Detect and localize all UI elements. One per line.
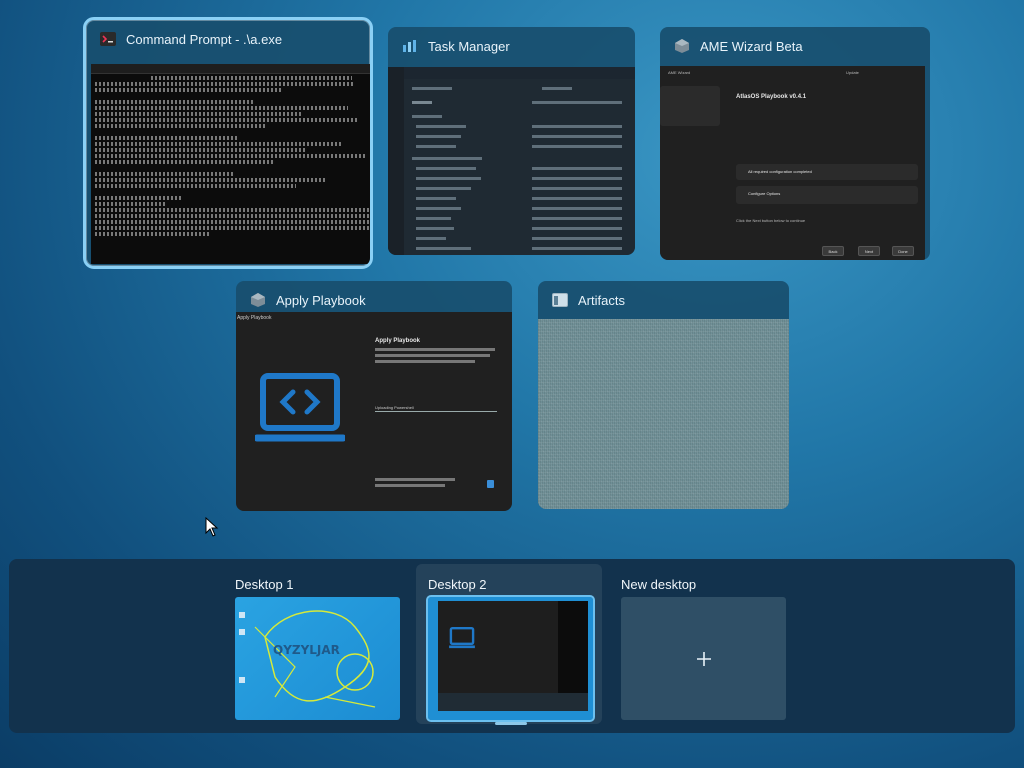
window-title-bar: Task Manager [388,27,635,65]
desktops-scroll-indicator [495,722,527,725]
new-desktop-button[interactable] [621,597,786,720]
laptop-code-icon [449,627,475,649]
desktop-card-new[interactable]: New desktop [609,564,795,724]
configure-text: Configure Options [748,191,781,196]
task-manager-sidebar [388,67,404,255]
window-label: Apply Playbook [237,315,272,321]
requirements-text: All required configuration completed [748,169,812,174]
terminal-icon [100,32,116,46]
window-title-bar: Command Prompt - .\a.exe [86,20,370,58]
done-button[interactable]: Done [892,246,914,256]
window-title: Artifacts [578,292,625,308]
window-apply-playbook[interactable]: Apply Playbook Apply Playbook Apply Play… [236,281,512,511]
apply-heading: Apply Playbook [375,338,421,344]
command-prompt-preview [91,64,370,264]
window-command-prompt[interactable]: Command Prompt - .\a.exe [83,17,373,269]
desktop-label: Desktop 2 [428,577,487,592]
window-title: Task Manager [428,38,510,54]
window-task-manager[interactable]: Task Manager [388,27,635,255]
desktop-thumbnail[interactable] [426,595,595,722]
desktop-thumbnail[interactable]: QYZYLJAR [235,597,400,720]
ame-wizard-icon [251,293,265,307]
task-manager-icon [403,40,416,52]
app-label: AME Wizard [668,70,691,75]
back-button[interactable]: Back [822,246,844,256]
window-title-bar: AME Wizard Beta [660,27,930,65]
update-label: Update [846,70,859,75]
task-manager-header [404,67,635,79]
console-titlebar [91,64,370,74]
window-ame-wizard[interactable]: AME Wizard Beta AME Wizard Update AtlasO… [660,27,930,260]
window-title: Apply Playbook [276,292,366,308]
desktop-card-2[interactable]: Desktop 2 [416,564,602,724]
virtual-desktops-bar: Desktop 1 QYZYLJAR Desktop 2 New desktop [9,559,1015,733]
task-manager-preview [388,67,635,255]
window-artifacts[interactable]: Artifacts [538,281,789,509]
apply-status: Uploading Powershell [375,405,414,410]
desktop-label: New desktop [621,577,697,592]
start-hint: Click the Next button below to continue [736,218,806,223]
window-title: Command Prompt - .\a.exe [126,31,283,47]
apply-playbook-preview: Apply Playbook Apply Playbook Uploading … [236,312,512,511]
next-button[interactable]: Next [858,246,880,256]
doc-icon [487,480,494,488]
window-title: AME Wizard Beta [700,38,803,54]
window-icon [552,293,568,307]
wallpaper-doodle [254,610,376,708]
laptop-code-icon [255,373,345,442]
configure-row[interactable]: Configure Options [736,186,918,204]
requirements-row: All required configuration completed [736,164,918,180]
ame-wizard-icon [675,39,689,53]
progress-bar [375,411,497,412]
playbook-title: AtlasOS Playbook v0.4.1 [736,94,807,100]
window-title-bar: Artifacts [538,281,789,319]
wallpaper-text: QYZYLJAR [273,643,340,657]
ame-wizard-preview: AME Wizard Update AtlasOS Playbook v0.4.… [660,66,925,260]
desktop-label: Desktop 1 [235,577,294,592]
playbook-badge [660,86,720,126]
plus-icon [696,651,711,666]
artifacts-preview [538,319,789,509]
desktop-card-1[interactable]: Desktop 1 QYZYLJAR [223,564,409,724]
mouse-cursor-icon [205,517,219,537]
